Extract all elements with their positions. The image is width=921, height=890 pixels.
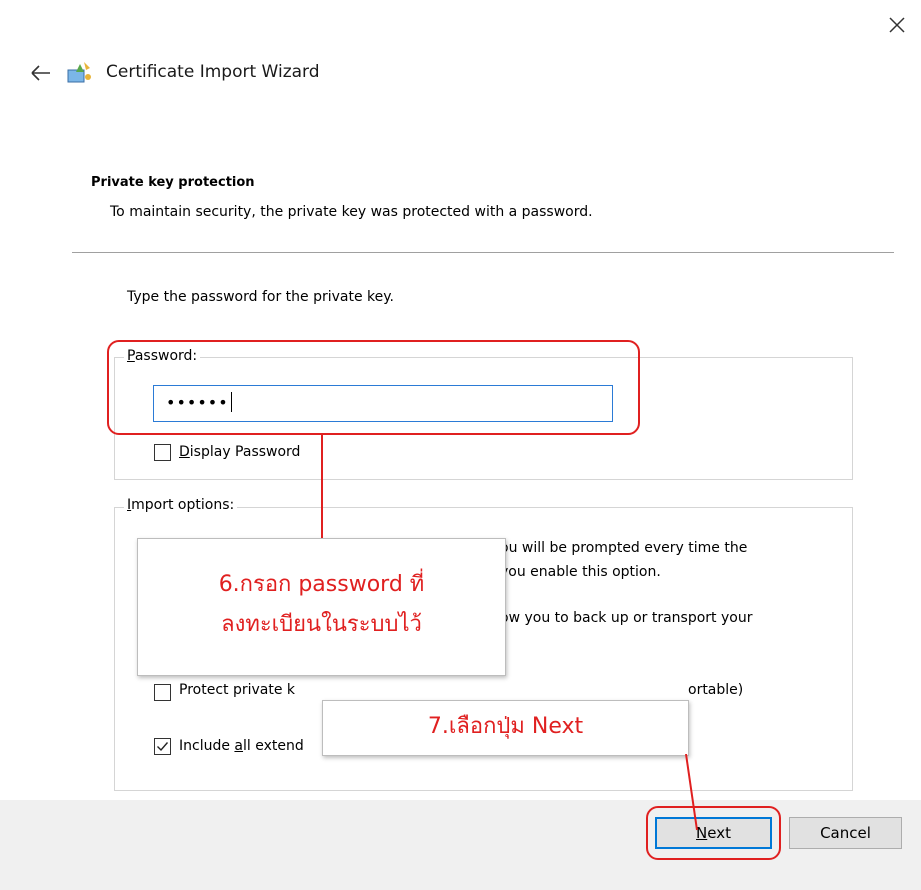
next-highlight-frame	[646, 806, 781, 860]
strong-protection-text-line2: you enable this option.	[500, 564, 661, 580]
step6-line2: ลงทะเบียนในระบบไว้	[221, 612, 422, 637]
include-extended-properties-label[interactable]: Include all extend	[179, 738, 304, 754]
protect-private-key-label[interactable]: Protect private k	[179, 682, 295, 698]
window-title: Certificate Import Wizard	[106, 62, 320, 82]
checkmark-icon	[157, 742, 169, 752]
strong-protection-text-line1: ou will be prompted every time the	[500, 540, 748, 556]
import-options-text: mport options:	[131, 497, 235, 513]
display-password-checkbox[interactable]	[154, 444, 171, 461]
wizard-footer	[0, 800, 921, 890]
header-divider	[72, 252, 894, 253]
section-description: To maintain security, the private key wa…	[110, 204, 593, 220]
step7-text: 7.เลือกปุ่ม Next	[427, 714, 584, 739]
protect-private-key-checkbox[interactable]	[154, 684, 171, 701]
password-prompt: Type the password for the private key.	[127, 289, 394, 305]
certificate-wizard-icon	[67, 62, 91, 83]
protect-private-key-label-tail: ortable)	[688, 682, 744, 698]
import-options-legend: Import options:	[124, 497, 238, 513]
step6-line1: 6.กรอก password ที่	[218, 572, 425, 597]
cancel-button[interactable]: Cancel	[789, 817, 902, 849]
close-icon[interactable]	[884, 12, 910, 38]
mark-exportable-text: ow you to back up or transport your	[500, 610, 753, 626]
include-extended-properties-checkbox[interactable]	[154, 738, 171, 755]
display-password-mnemonic: D	[179, 444, 190, 460]
password-highlight-frame	[107, 340, 640, 435]
include-label-mnemonic: a	[234, 738, 244, 754]
section-heading: Private key protection	[91, 175, 255, 190]
back-arrow-icon[interactable]	[28, 60, 54, 86]
display-password-label[interactable]: Display Password	[179, 444, 300, 460]
include-label-before: Include	[179, 738, 235, 754]
display-password-text: isplay Password	[189, 444, 301, 460]
step7-callout: 7.เลือกปุ่ม Next	[322, 700, 689, 756]
step6-callout: 6.กรอก password ที่ ลงทะเบียนในระบบไว้	[137, 538, 506, 676]
include-label-after: ll extend	[243, 738, 304, 754]
callout-connector-6	[321, 435, 323, 539]
